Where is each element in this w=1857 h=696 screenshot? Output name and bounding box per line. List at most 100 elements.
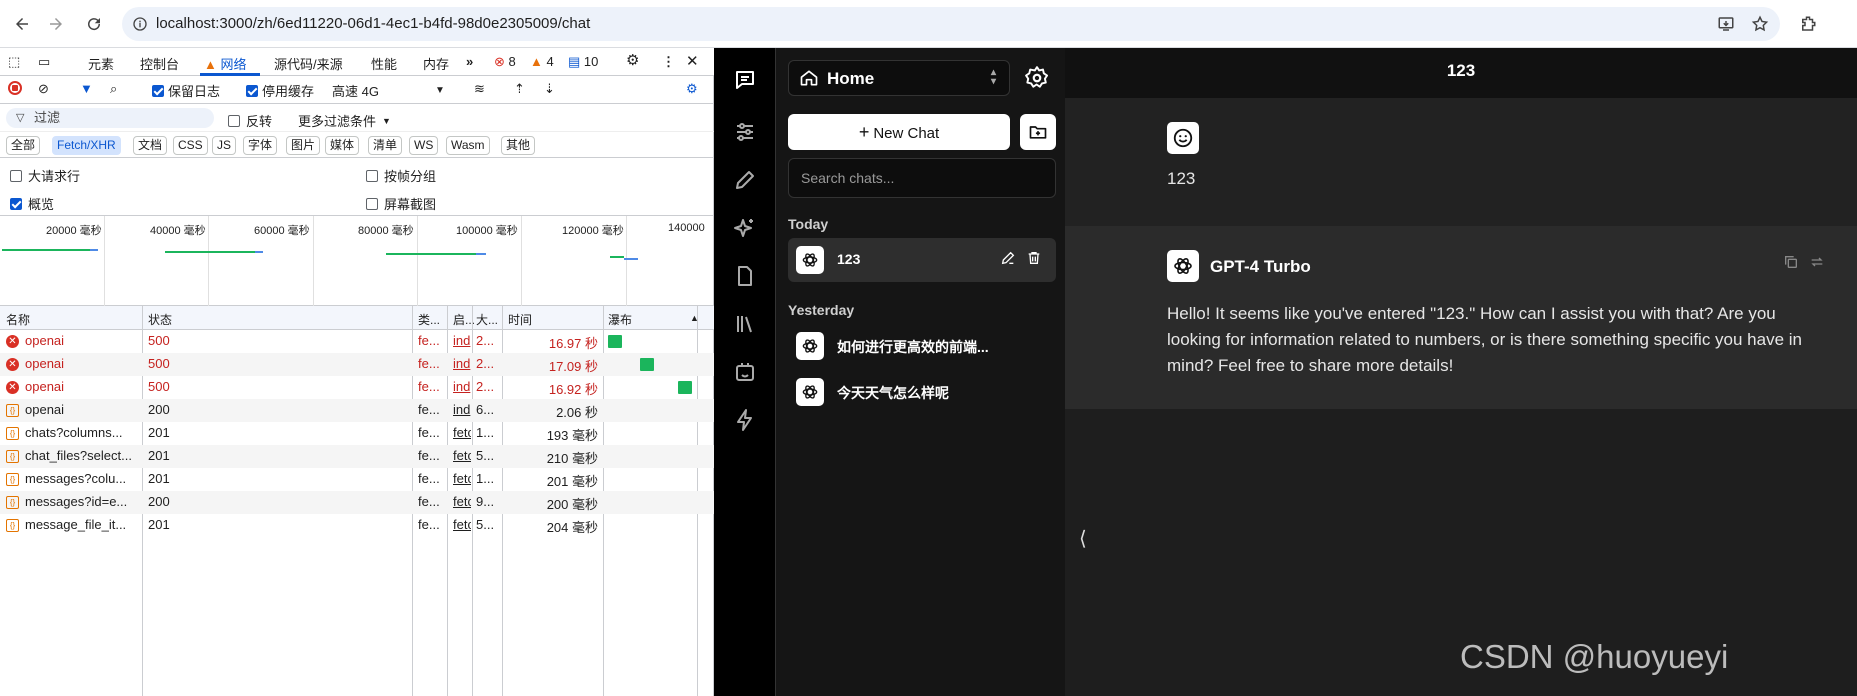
network-settings-icon[interactable]: ⚙: [686, 81, 698, 97]
tab-elements[interactable]: 元素: [88, 54, 114, 73]
table-row[interactable]: ✕ openai 500 fe... ind 2... 16.92 秒: [0, 376, 714, 399]
new-chat-button[interactable]: + New Chat: [788, 114, 1010, 150]
trash-icon[interactable]: [1026, 250, 1042, 269]
workspace-select[interactable]: Home ▴ ▾: [788, 60, 1010, 96]
column-name[interactable]: 名称: [6, 311, 30, 328]
disable-cache-checkbox[interactable]: 停用缓存: [246, 81, 314, 100]
bookmark-star-icon[interactable]: [1750, 14, 1770, 34]
type-wasm-chip[interactable]: Wasm: [446, 136, 490, 155]
throttle-select[interactable]: 高速 4G ▼: [332, 81, 445, 100]
url-text[interactable]: localhost:3000/zh/6ed11220-06d1-4ec1-b4f…: [156, 15, 590, 32]
extensions-icon[interactable]: [1796, 12, 1820, 36]
message-count[interactable]: ▤ 10: [568, 54, 598, 70]
table-row[interactable]: {} chat_files?select... 201 fe... fetc 5... 21…: [0, 445, 714, 468]
type-img-chip[interactable]: 图片: [286, 136, 321, 155]
table-row[interactable]: {} chats?columns... 201 fe... fetc 1... 193 毫秒: [0, 422, 714, 445]
warning-count[interactable]: ▲ 4: [530, 54, 554, 69]
table-row[interactable]: ✕ openai 500 fe... ind 2... 17.09 秒: [0, 353, 714, 376]
record-icon[interactable]: [8, 81, 22, 95]
cell-initiator[interactable]: fetc: [453, 425, 471, 440]
clear-icon[interactable]: ⊘: [38, 81, 49, 97]
cell-initiator[interactable]: ind: [453, 379, 471, 394]
column-type[interactable]: 类...: [418, 311, 440, 328]
type-js-chip[interactable]: JS: [212, 136, 237, 155]
models-sparkles-icon[interactable]: [730, 213, 760, 243]
collections-books-icon[interactable]: [730, 309, 760, 339]
type-font-chip[interactable]: 字体: [243, 136, 278, 155]
tab-sources[interactable]: 源代码/来源: [274, 54, 343, 73]
invert-checkbox[interactable]: 反转: [228, 111, 272, 130]
network-overview-timeline[interactable]: 20000 毫秒 40000 毫秒 60000 毫秒 80000 毫秒 1000…: [0, 216, 714, 306]
type-doc-chip[interactable]: 文档: [133, 136, 168, 155]
table-row[interactable]: ✕ openai 500 fe... ind 2... 16.97 秒: [0, 330, 714, 353]
chats-icon[interactable]: [730, 65, 760, 95]
import-har-icon[interactable]: ⇡: [514, 81, 525, 97]
inspect-element-icon[interactable]: ⬚: [8, 54, 20, 70]
search-chats-input[interactable]: Search chats...: [788, 158, 1056, 198]
column-status[interactable]: 状态: [148, 311, 172, 328]
collapse-sidebar-icon[interactable]: ⟨: [1079, 526, 1087, 551]
export-har-icon[interactable]: ⇣: [544, 81, 555, 97]
tab-console[interactable]: 控制台: [140, 54, 179, 73]
type-fetch-xhr-chip[interactable]: Fetch/XHR: [52, 136, 121, 155]
column-size[interactable]: 大...: [476, 311, 498, 328]
preserve-log-checkbox[interactable]: 保留日志: [152, 81, 220, 100]
files-icon[interactable]: [730, 261, 760, 291]
filter-funnel-icon[interactable]: ▼: [80, 81, 93, 96]
cell-initiator[interactable]: ind: [453, 402, 471, 417]
chat-item-weather[interactable]: 今天天气怎么样呢: [788, 370, 1056, 414]
close-devtools-icon[interactable]: ✕: [686, 52, 699, 70]
column-time[interactable]: 时间: [508, 311, 532, 328]
table-row[interactable]: {} messages?colu... 201 fe... fetc 1... 201 毫秒: [0, 468, 714, 491]
type-other-chip[interactable]: 其他: [501, 136, 536, 155]
more-tabs-icon[interactable]: »: [466, 54, 473, 69]
copy-icon[interactable]: [1783, 254, 1799, 273]
overview-checkbox[interactable]: 概览: [10, 194, 54, 213]
table-row[interactable]: {} openai 200 fe... ind 6... 2.06 秒: [0, 399, 714, 422]
tab-network[interactable]: ▲ 网络: [204, 54, 247, 73]
error-count[interactable]: ⊗ 8: [494, 54, 516, 70]
type-ws-chip[interactable]: WS: [409, 136, 439, 155]
install-app-icon[interactable]: [1716, 14, 1736, 34]
more-filters-dropdown[interactable]: 更多过滤条件 ▼: [298, 111, 391, 130]
type-css-chip[interactable]: CSS: [173, 136, 208, 155]
forward-icon[interactable]: [44, 12, 68, 36]
tab-performance[interactable]: 性能: [371, 54, 397, 73]
edit-pencil-icon[interactable]: [1000, 250, 1016, 269]
new-folder-button[interactable]: [1020, 114, 1056, 150]
cell-initiator[interactable]: fetc: [453, 471, 471, 486]
type-media-chip[interactable]: 媒体: [325, 136, 360, 155]
cell-initiator[interactable]: fetc: [453, 517, 471, 532]
big-rows-checkbox[interactable]: 大请求行: [10, 166, 80, 185]
address-bar[interactable]: localhost:3000/zh/6ed11220-06d1-4ec1-b4f…: [122, 7, 1780, 41]
chat-item-123[interactable]: 123: [788, 238, 1056, 282]
group-by-frame-checkbox[interactable]: 按帧分组: [366, 166, 436, 185]
cell-initiator[interactable]: ind: [453, 356, 471, 371]
more-options-icon[interactable]: ⋮: [662, 54, 675, 70]
site-info-icon[interactable]: [130, 14, 150, 34]
settings-gear-icon[interactable]: ⚙: [626, 51, 639, 69]
device-toolbar-icon[interactable]: ▭: [38, 54, 50, 70]
cell-initiator[interactable]: fetc: [453, 448, 471, 463]
table-row[interactable]: {} message_file_it... 201 fe... fetc 5... 204 …: [0, 514, 714, 537]
tab-memory[interactable]: 内存: [423, 54, 449, 73]
reload-icon[interactable]: [82, 12, 106, 36]
type-all-chip[interactable]: 全部: [6, 136, 41, 155]
filter-input[interactable]: ▽ 过滤: [6, 108, 214, 128]
back-icon[interactable]: [10, 12, 34, 36]
presets-sliders-icon[interactable]: [730, 117, 760, 147]
assistants-robot-icon[interactable]: [730, 357, 760, 387]
type-manifest-chip[interactable]: 清单: [368, 136, 403, 155]
column-waterfall[interactable]: 瀑布: [608, 311, 632, 328]
table-row[interactable]: {} messages?id=e... 200 fe... fetc 9... 200 毫秒: [0, 491, 714, 514]
search-icon[interactable]: ⌕: [110, 81, 117, 97]
network-conditions-icon[interactable]: ≋: [474, 81, 485, 97]
chat-item-frontend[interactable]: 如何进行更高效的前端...: [788, 324, 1056, 368]
screenshots-checkbox[interactable]: 屏幕截图: [366, 194, 436, 213]
workspace-settings-gear-icon[interactable]: [1021, 62, 1053, 94]
cell-initiator[interactable]: fetc: [453, 494, 471, 509]
cell-initiator[interactable]: ind: [453, 333, 471, 348]
prompts-pencil-icon[interactable]: [730, 165, 760, 195]
tools-bolt-icon[interactable]: [730, 405, 760, 435]
regenerate-icon[interactable]: [1809, 254, 1825, 273]
